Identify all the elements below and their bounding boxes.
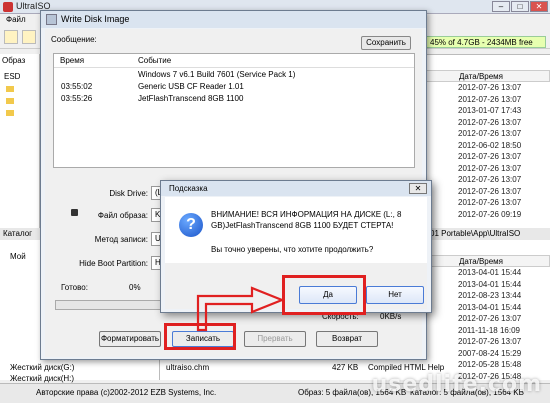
list-item-date[interactable]: 2013-04-01 15:44 — [415, 279, 550, 291]
catalog-path: 01 Portable\App\UltraISO — [430, 229, 521, 238]
list-item-date[interactable]: 2013-01-07 17:43 — [415, 105, 550, 117]
list-item-date[interactable]: 2012-07-26 13:07 — [415, 163, 550, 175]
column-header-date[interactable]: Дата/Время — [415, 70, 550, 82]
column-header-date[interactable]: Дата/Время — [415, 255, 550, 267]
tree-item-drive-h[interactable]: Жесткий диск(H:) — [10, 374, 74, 383]
list-item-date[interactable]: 2012-07-26 13:07 — [415, 197, 550, 209]
log-header: Время Событие — [54, 54, 414, 68]
list-item-date[interactable]: 2012-07-26 13:07 — [415, 94, 550, 106]
close-icon[interactable]: ✕ — [409, 183, 427, 194]
dialog-icon — [46, 14, 57, 25]
image-tab[interactable]: Образ — [2, 56, 25, 65]
write-progress-bar — [55, 300, 177, 310]
list-item-date[interactable]: 2012-07-26 13:07 — [415, 336, 550, 348]
hint-question-text: Вы точно уверены, что хотите продолжить? — [211, 245, 374, 254]
folder-icon — [6, 98, 14, 104]
watermark: usedlife.com — [371, 372, 542, 397]
log-time: 03:55:26 — [61, 94, 93, 103]
image-tree: Образ ESD — [0, 54, 40, 229]
list-item-date[interactable]: 2007-08-24 15:29 — [415, 348, 550, 360]
list-item-date[interactable]: 2012-07-26 09:19 — [415, 209, 550, 221]
list-item-date[interactable]: 2012-07-26 13:07 — [415, 313, 550, 325]
log-header-time[interactable]: Время — [60, 56, 84, 65]
list-item-date[interactable]: 2012-07-26 13:07 — [415, 186, 550, 198]
list-item-date[interactable]: 2012-08-23 13:44 — [415, 290, 550, 302]
speed-value: 0KB/s — [380, 312, 402, 321]
annotation-box-yes — [282, 275, 366, 315]
done-label: Готово: — [61, 283, 88, 292]
list-item-date[interactable]: 2011-11-18 16:09 — [415, 325, 550, 337]
hint-dialog-title: Подсказка — [161, 181, 431, 196]
annotation-arrow-icon — [196, 286, 285, 332]
log-event: Windows 7 v6.1 Build 7601 (Service Pack … — [138, 70, 296, 79]
window-controls: – □ ✕ — [492, 1, 548, 12]
tree-item-my-computer[interactable]: Мой — [10, 252, 26, 261]
abort-button[interactable]: Прервать — [244, 331, 306, 347]
log-list: Время Событие Windows 7 v6.1 Build 7601 … — [53, 53, 415, 168]
hint-warning-text: ВНИМАНИЕ! ВСЯ ИНФОРМАЦИЯ НА ДИСКЕ (L:, 8… — [211, 210, 402, 230]
write-dialog-title: Write Disk Image — [41, 11, 426, 28]
log-time: 03:55:02 — [61, 82, 93, 91]
file-row-size: 427 KB — [332, 363, 359, 372]
list-item-date[interactable]: 2012-07-26 13:07 — [415, 174, 550, 186]
list-item-date[interactable]: 2012-07-26 13:07 — [415, 82, 550, 94]
open-folder-icon[interactable] — [22, 30, 36, 44]
maximize-icon[interactable]: □ — [511, 1, 529, 12]
tree-item-drive-g[interactable]: Жесткий диск(G:) — [10, 363, 74, 372]
disk-drive-label: Disk Drive: — [109, 189, 148, 198]
save-button[interactable]: Сохранить — [361, 36, 411, 50]
log-row: 03:55:02 Generic USB CF Reader 1.01 — [54, 82, 414, 93]
image-file-label: Файл образа: — [97, 211, 148, 220]
free-space-indicator: 45% of 4.7GB - 2434MB free — [426, 36, 546, 48]
done-value: 0% — [129, 283, 141, 292]
back-button[interactable]: Возврат — [316, 331, 378, 347]
log-row: 03:55:26 JetFlashTranscend 8GB 1100 — [54, 94, 414, 105]
folder-icon — [6, 110, 14, 116]
question-icon: ? — [179, 213, 203, 237]
menu-file[interactable]: Файл — [6, 15, 26, 24]
no-button[interactable]: Нет — [366, 286, 424, 304]
close-icon[interactable]: ✕ — [530, 1, 548, 12]
file-row-type: Compiled HTML Help — [368, 363, 445, 372]
list-item-date[interactable]: 2012-07-26 13:07 — [415, 117, 550, 129]
list-item-date[interactable]: 2012-07-26 13:07 — [415, 128, 550, 140]
write-method-label: Метод записи: — [94, 235, 148, 244]
log-event: JetFlashTranscend 8GB 1100 — [138, 94, 244, 103]
message-label: Сообщение: — [51, 35, 97, 44]
minimize-icon[interactable]: – — [492, 1, 510, 12]
log-header-event[interactable]: Событие — [138, 56, 171, 65]
app-icon — [3, 2, 13, 12]
log-event: Generic USB CF Reader 1.01 — [138, 82, 244, 91]
list-item-date[interactable]: 2012-06-02 18:50 — [415, 140, 550, 152]
list-item-date[interactable]: 2013-04-01 15:44 — [415, 267, 550, 279]
list-item-date[interactable]: 2013-04-01 15:44 — [415, 302, 550, 314]
tree-item-esd[interactable]: ESD — [4, 72, 20, 81]
format-button[interactable]: Форматировать — [99, 331, 161, 347]
file-row-name[interactable]: ultraiso.chm — [166, 363, 209, 372]
log-row: Windows 7 v6.1 Build 7601 (Service Pack … — [54, 70, 414, 81]
hide-boot-label: Hide Boot Partition: — [79, 259, 148, 268]
list-item-date[interactable]: 2012-07-26 13:07 — [415, 151, 550, 163]
new-file-icon[interactable] — [4, 30, 18, 44]
folder-icon — [6, 86, 14, 92]
image-file-list: Дата/Время 2012-07-26 13:07 2012-07-26 13… — [415, 70, 550, 220]
status-copyright: Авторские права (c)2002-2012 EZB Systems… — [36, 388, 217, 397]
